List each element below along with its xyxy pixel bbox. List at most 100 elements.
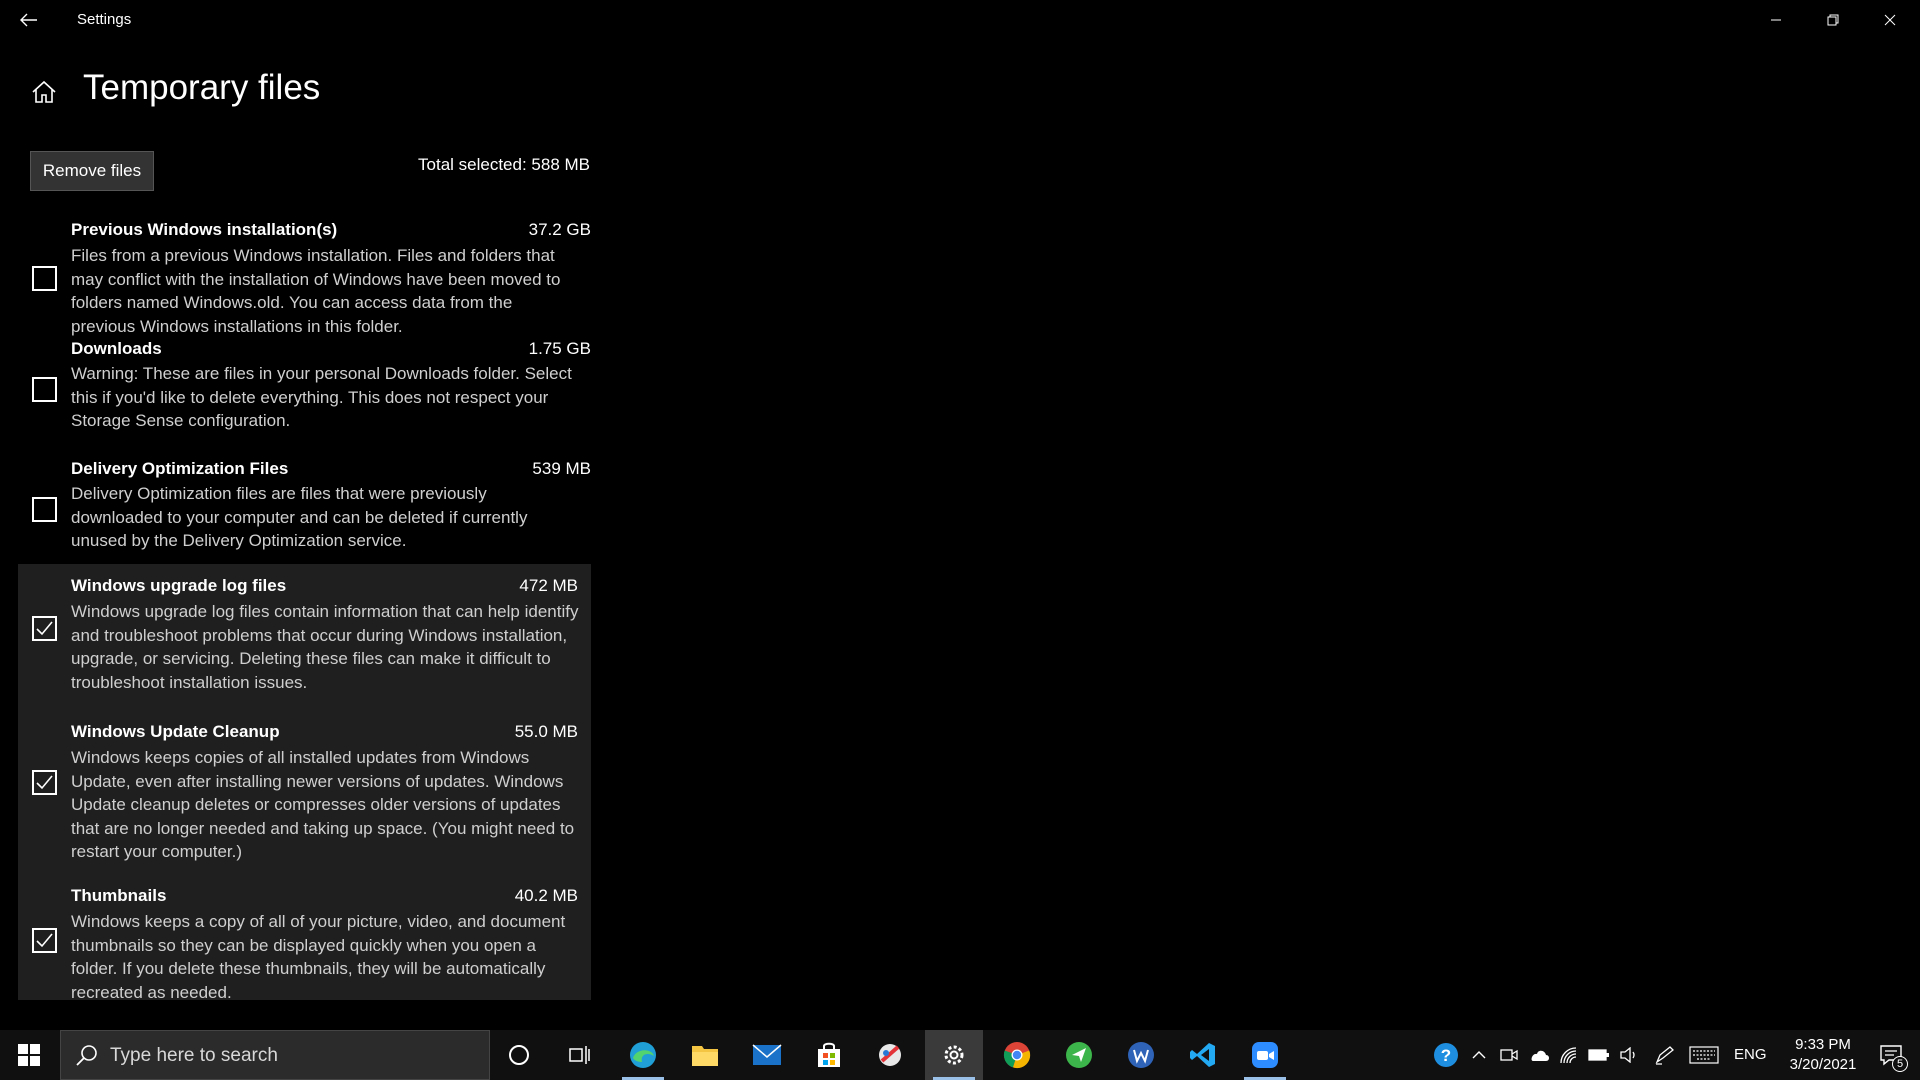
list-item[interactable]: Previous Windows installation(s) 37.2 GB… [18,216,591,336]
chrome-icon [1003,1042,1031,1069]
notification-count-badge: 5 [1892,1056,1908,1072]
settings-icon [944,1045,964,1065]
snip-sketch-icon [879,1044,901,1066]
input-language[interactable]: ENG [1734,1046,1767,1063]
item-description: Files from a previous Windows installati… [71,246,561,336]
wifi-icon [1560,1047,1577,1064]
item-description: Windows keeps copies of all installed up… [71,748,575,861]
page-title: Temporary files [83,68,321,107]
window-title: Settings [77,11,132,28]
show-hidden-icons-button[interactable] [1464,1030,1494,1080]
battery-icon [1588,1049,1609,1061]
volume-tray[interactable] [1614,1030,1644,1080]
list-item[interactable]: Windows upgrade log files 472 MB Windows… [18,564,591,720]
task-view-button[interactable] [550,1030,608,1080]
restore-button[interactable] [1805,0,1861,40]
windows-logo-icon [18,1044,40,1066]
close-button[interactable] [1862,0,1918,40]
camera-icon [1500,1049,1518,1061]
wifi-tray[interactable] [1554,1030,1584,1080]
item-size: 37.2 GB [528,220,591,239]
remove-files-button[interactable]: Remove files [30,151,154,191]
vscode-button[interactable] [1174,1030,1232,1080]
vscode-icon [1190,1043,1215,1067]
clock-date: 3/20/2021 [1789,1056,1857,1073]
task-view-icon [569,1046,590,1064]
onedrive-tray[interactable] [1524,1030,1554,1080]
edge-button[interactable] [614,1030,672,1080]
back-button[interactable] [14,6,44,34]
checkmark-icon [36,933,53,948]
minimize-button[interactable] [1748,0,1804,40]
checkbox[interactable] [32,770,57,795]
action-center-button[interactable]: 5 [1862,1030,1920,1080]
svg-text:?: ? [1441,1046,1451,1065]
file-explorer-button[interactable] [676,1030,734,1080]
restore-icon [1827,14,1839,26]
pen-icon [1655,1046,1674,1065]
list-item[interactable]: Downloads 1.75 GB Warning: These are fil… [18,336,591,456]
item-name: Windows Update Cleanup [71,722,280,741]
item-size: 55.0 MB [514,722,578,741]
battery-tray[interactable] [1584,1030,1614,1080]
item-description: Windows upgrade log files contain inform… [71,602,579,692]
home-button[interactable] [30,78,58,106]
search-icon [76,1045,97,1066]
item-name: Windows upgrade log files [71,576,287,595]
help-tray-button[interactable]: ? [1431,1030,1461,1080]
chrome-button[interactable] [988,1030,1046,1080]
item-size: 1.75 GB [528,339,591,358]
item-description: Windows keeps a copy of all of your pict… [71,912,566,1002]
touch-keyboard-tray[interactable] [1688,1030,1720,1080]
list-item[interactable]: Thumbnails 40.2 MB Windows keeps a copy … [18,886,591,1002]
item-size: 40.2 MB [514,886,578,905]
zoom-button[interactable] [1236,1030,1294,1080]
chevron-up-icon [1472,1051,1486,1059]
word-app-icon [1128,1042,1154,1068]
clock[interactable]: 9:33 PM 3/20/2021 [1776,1035,1870,1075]
taskbar-search-box[interactable]: Type here to search [60,1030,490,1080]
meet-now-tray[interactable] [1494,1030,1524,1080]
checkmark-icon [36,621,53,636]
checkbox[interactable] [32,497,57,522]
checkbox[interactable] [32,266,57,291]
item-name: Downloads [71,339,162,358]
item-description: Delivery Optimization files are files th… [71,484,528,550]
taskbar: Type here to search ? ENG 9:33 PM 3/20/2… [0,1030,1920,1080]
item-size: 472 MB [519,576,578,595]
file-explorer-icon [692,1046,718,1066]
store-button[interactable] [800,1030,858,1080]
minimize-icon [1771,19,1781,21]
edge-icon [630,1042,656,1068]
volume-icon [1620,1047,1635,1063]
checkbox[interactable] [32,928,57,953]
word-app-button[interactable] [1112,1030,1170,1080]
item-name: Previous Windows installation(s) [71,220,338,239]
item-name: Thumbnails [71,886,167,905]
search-placeholder: Type here to search [110,1045,278,1066]
vpn-app-button[interactable] [1050,1030,1108,1080]
vpn-app-icon [1066,1042,1092,1068]
list-item[interactable]: Delivery Optimization Files 539 MB Deliv… [18,456,591,564]
temporary-files-list: Previous Windows installation(s) 37.2 GB… [18,216,591,1002]
settings-button[interactable] [925,1030,983,1080]
start-button[interactable] [0,1030,58,1080]
total-selected-label: Total selected: 588 MB [418,155,590,174]
keyboard-icon [1689,1046,1719,1064]
store-icon [818,1042,840,1067]
close-icon [1884,14,1896,26]
home-icon [32,80,56,103]
title-bar: Settings [0,0,1920,40]
cortana-icon [509,1045,529,1065]
cortana-button[interactable] [490,1030,548,1080]
zoom-icon [1252,1042,1278,1068]
cloud-icon [1531,1050,1549,1061]
checkbox[interactable] [32,616,57,641]
mail-button[interactable] [738,1030,796,1080]
pen-tray[interactable] [1650,1030,1680,1080]
list-item[interactable]: Windows Update Cleanup 55.0 MB Windows k… [18,720,591,886]
snip-sketch-button[interactable] [862,1030,920,1080]
back-arrow-icon [20,13,37,27]
checkbox[interactable] [32,377,57,402]
item-description: Warning: These are files in your persona… [71,364,572,430]
